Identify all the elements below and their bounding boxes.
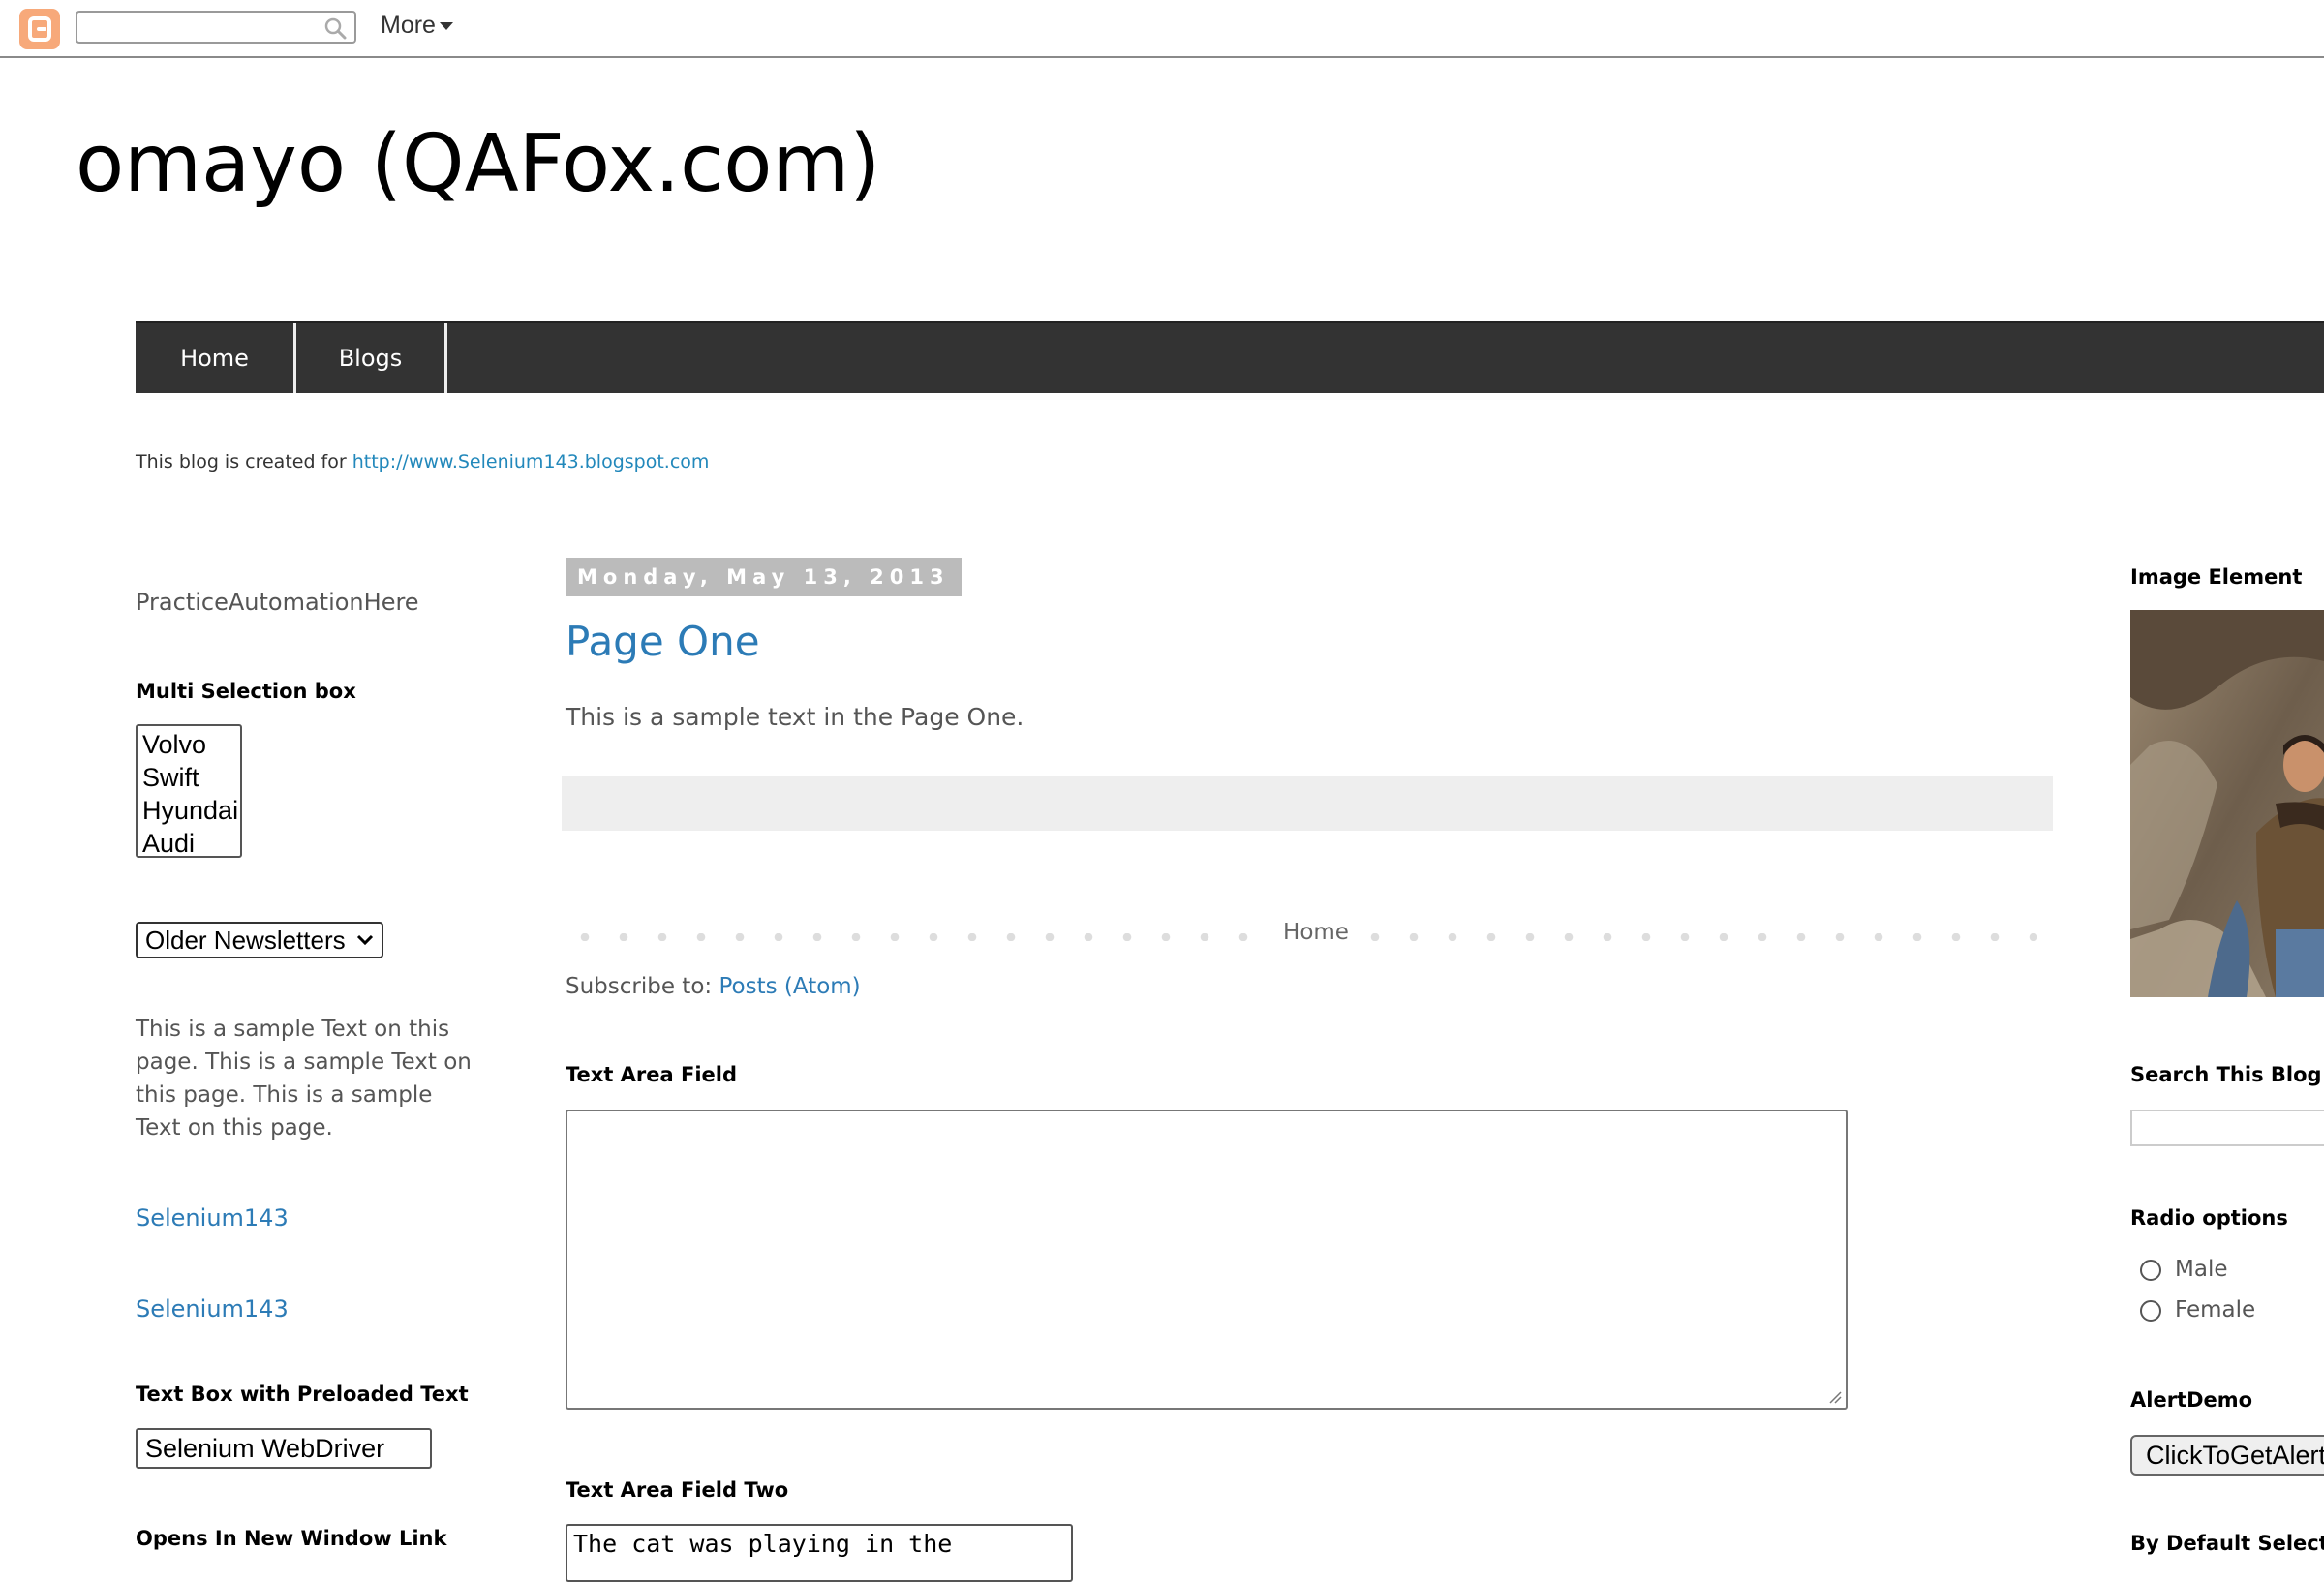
text-area-field-two[interactable]: The cat was playing in the <box>566 1524 1073 1582</box>
navbar-search-input[interactable] <box>83 16 320 40</box>
multi-select-option-hyundai[interactable]: Hyundai <box>142 794 240 827</box>
subscribe-atom-link[interactable]: Posts (Atom) <box>719 974 860 999</box>
newsletter-selected-value: Older Newsletters <box>145 926 346 955</box>
post-date-header: Monday, May 13, 2013 <box>566 558 962 596</box>
default-selected-heading: By Default Selected <box>2130 1532 2324 1555</box>
preloaded-text-input[interactable] <box>143 1433 428 1464</box>
post-title[interactable]: Page One <box>566 618 760 665</box>
text-area-input[interactable] <box>567 1111 1850 1412</box>
selenium143-link-1[interactable]: Selenium143 <box>136 1204 289 1232</box>
newsletter-dropdown[interactable]: Older Newsletters <box>136 922 383 958</box>
subscribe-label: Subscribe to: <box>566 974 719 999</box>
new-window-link-heading: Opens In New Window Link <box>136 1527 447 1550</box>
practice-automation-label: PracticeAutomationHere <box>136 589 419 616</box>
pager-divider-left <box>566 933 1272 941</box>
radio-options-heading: Radio options <box>2130 1206 2288 1230</box>
caret-down-icon <box>439 22 453 31</box>
blog-search-input[interactable] <box>2136 1115 2324 1142</box>
radio-option-male[interactable]: Male <box>2140 1257 2227 1282</box>
subscribe-line: Subscribe to: Posts (Atom) <box>566 974 861 999</box>
alert-demo-heading: AlertDemo <box>2130 1388 2253 1412</box>
description-link[interactable]: http://www.Selenium143.blogspot.com <box>352 451 710 472</box>
sample-text-paragraph: This is a sample Text on this page. This… <box>136 1017 472 1141</box>
preloaded-textbox[interactable] <box>136 1428 432 1469</box>
pager-home-link[interactable]: Home <box>1276 920 1356 945</box>
search-this-blog-heading: Search This Blog <box>2130 1063 2322 1086</box>
tab-blogs[interactable]: Blogs <box>296 323 447 393</box>
multi-select-heading: Multi Selection box <box>136 680 356 703</box>
blogger-logo-icon[interactable] <box>19 9 60 49</box>
multi-select-option-audi[interactable]: Audi <box>142 827 240 860</box>
multi-select-option-swift[interactable]: Swift <box>142 761 240 794</box>
profile-photo <box>2130 610 2324 997</box>
navbar-more-menu[interactable]: More <box>381 12 453 40</box>
click-to-get-alert-button[interactable]: ClickToGetAlert <box>2130 1435 2324 1476</box>
multi-select-box[interactable]: Volvo Swift Hyundai Audi <box>136 724 242 858</box>
blog-description: This blog is created for http://www.Sele… <box>136 451 709 472</box>
text-area-heading: Text Area Field <box>566 1063 738 1086</box>
radio-label-female: Female <box>2175 1297 2256 1323</box>
chevron-down-icon <box>356 934 374 946</box>
selenium143-link-2[interactable]: Selenium143 <box>136 1295 289 1323</box>
post-footer <box>562 776 2053 831</box>
radio-option-female[interactable]: Female <box>2140 1297 2255 1323</box>
blogger-navbar: More <box>0 0 2324 58</box>
tab-home[interactable]: Home <box>136 323 296 393</box>
resize-grip-icon[interactable] <box>1828 1390 1842 1404</box>
page-tabs-bar: Home Blogs <box>136 321 2324 393</box>
profile-photo-illustration <box>2130 610 2324 997</box>
navbar-search-box[interactable] <box>76 11 356 44</box>
blog-pager: Home <box>566 920 2037 949</box>
description-text: This blog is created for <box>136 451 352 472</box>
text-area-field[interactable] <box>566 1110 1850 1412</box>
search-icon[interactable] <box>323 16 347 40</box>
blog-search-box[interactable] <box>2130 1110 2324 1146</box>
radio-label-male: Male <box>2175 1257 2228 1282</box>
blog-title[interactable]: omayo (QAFox.com) <box>76 118 880 210</box>
image-element-heading: Image Element <box>2130 565 2303 589</box>
radio-button-male[interactable] <box>2140 1259 2161 1281</box>
radio-button-female[interactable] <box>2140 1299 2161 1322</box>
preloaded-textbox-heading: Text Box with Preloaded Text <box>136 1383 469 1406</box>
navbar-more-label: More <box>381 12 436 39</box>
post-body: This is a sample text in the Page One. <box>566 703 1024 731</box>
multi-select-option-volvo[interactable]: Volvo <box>142 728 240 761</box>
text-area-two-input[interactable]: The cat was playing in the <box>571 1528 1069 1580</box>
pager-divider-right <box>1356 933 2037 941</box>
text-area-two-heading: Text Area Field Two <box>566 1478 789 1502</box>
